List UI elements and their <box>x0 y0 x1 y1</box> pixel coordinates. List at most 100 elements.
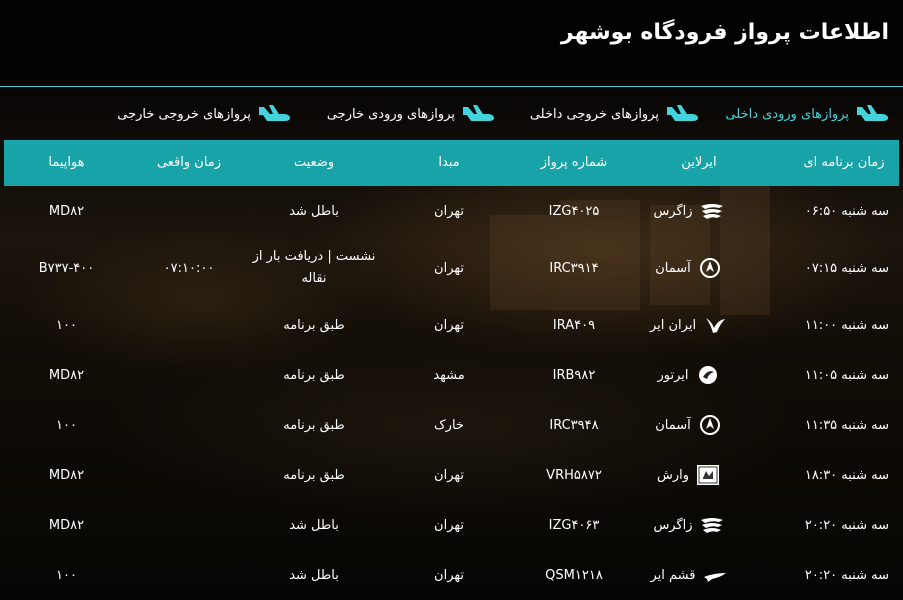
table-row: سه شنبه ۰۷:۱۵ آسمان IRC۳۹۱۴ تهران نشست |… <box>4 236 899 300</box>
flight-status: طبق برنامه <box>283 317 345 333</box>
airline-name: ایران ایر <box>649 317 697 333</box>
col-status: وضعیت <box>293 155 335 170</box>
table-row: سه شنبه ۱۱:۰۰ ایران ایر IRA۴۰۹ تهران طبق… <box>4 300 899 350</box>
airline-cell: آسمان <box>629 400 749 450</box>
airline-cell: زاگرس <box>629 186 749 236</box>
zagros-logo-icon <box>700 204 723 219</box>
actual-time <box>129 400 249 450</box>
scheduled-time: سه شنبه ۱۱:۰۵ <box>804 367 889 383</box>
actual-time <box>129 450 249 500</box>
origin: تهران <box>434 517 464 533</box>
tab-label: پروازهای ورودی داخلی <box>725 106 849 122</box>
actual-time <box>129 550 249 600</box>
tab-international-arrivals[interactable]: پروازهای ورودی خارجی <box>327 92 495 136</box>
scheduled-time: سه شنبه ۱۱:۰۰ <box>804 317 889 333</box>
flight-status: طبق برنامه <box>283 467 345 483</box>
header-divider <box>0 86 903 87</box>
col-origin: مبدا <box>438 155 460 170</box>
aircraft-type: MD۸۲ <box>48 367 85 383</box>
origin: تهران <box>434 317 464 333</box>
tab-label: پروازهای خروجی خارجی <box>117 106 251 122</box>
actual-time <box>129 500 249 550</box>
flight-number: QSM۱۲۱۸ <box>545 567 603 583</box>
scheduled-time: سه شنبه ۲۰:۲۰ <box>804 567 889 583</box>
tab-domestic-departures[interactable]: پروازهای خروجی داخلی <box>530 92 699 136</box>
flight-status: طبق برنامه <box>283 367 345 383</box>
airline-name: زاگرس <box>653 517 693 533</box>
flight-number: IRC۳۹۴۸ <box>549 417 599 433</box>
scheduled-time: سه شنبه ۱۸:۳۰ <box>804 467 889 483</box>
actual-time <box>129 350 249 400</box>
aircraft-type: B۷۳۷-۴۰۰ <box>38 260 95 276</box>
table-row: سه شنبه ۰۶:۵۰ زاگرس IZG۴۰۲۵ تهران باطل ش… <box>4 186 899 236</box>
origin: تهران <box>434 567 464 583</box>
plane-departure-icon <box>667 105 698 121</box>
flight-status: طبق برنامه <box>283 417 345 433</box>
airline-cell: ایران ایر <box>629 300 749 350</box>
airline-name: وارش <box>656 467 690 483</box>
flights-table: زمان برنامه ای ایرلاین شماره پرواز مبدا … <box>4 140 899 600</box>
page-title: اطلاعات پرواز فرودگاه بوشهر <box>560 20 889 45</box>
col-scheduled: زمان برنامه ای <box>803 155 885 170</box>
col-aircraft: هواپیما <box>48 155 85 170</box>
aseman-logo-icon <box>699 258 720 278</box>
scheduled-time: سه شنبه ۰۶:۵۰ <box>804 203 889 219</box>
scheduled-time: سه شنبه ۰۷:۱۵ <box>804 260 889 276</box>
aircraft-type: MD۸۲ <box>48 517 85 533</box>
actual-time: ۰۷:۱۰:۰۰ <box>163 260 215 276</box>
flight-tabs: پروازهای ورودی داخلی پروازهای خروجی داخل… <box>0 92 903 136</box>
varesh-logo-icon <box>697 465 720 485</box>
airline-cell: قشم ایر <box>629 550 749 600</box>
airline-cell: زاگرس <box>629 500 749 550</box>
flight-status: باطل شد <box>289 203 339 219</box>
iranair-logo-icon <box>706 318 726 333</box>
qeshm-logo-icon <box>703 573 726 582</box>
airtour-logo-icon <box>698 366 717 384</box>
table-row: سه شنبه ۱۱:۳۵ آسمان IRC۳۹۴۸ خارک طبق برن… <box>4 400 899 450</box>
airline-cell: ایرتور <box>629 350 749 400</box>
aircraft-type: MD۸۲ <box>48 467 85 483</box>
flight-status: باطل شد <box>289 567 339 583</box>
aircraft-type: ۱۰۰ <box>56 567 77 583</box>
table-header: زمان برنامه ای ایرلاین شماره پرواز مبدا … <box>4 140 899 186</box>
origin: مشهد <box>433 367 465 383</box>
zagros-logo-icon <box>700 518 723 533</box>
col-airline: ایرلاین <box>681 155 717 170</box>
actual-time <box>129 300 249 350</box>
flight-number: IRA۴۰۹ <box>552 317 596 333</box>
plane-arrival-icon <box>857 105 888 121</box>
col-actual: زمان واقعی <box>156 155 222 170</box>
airline-name: ایرتور <box>657 367 689 383</box>
flight-status: نشست | دریافت بار از نقاله <box>252 249 376 286</box>
airline-name: زاگرس <box>653 203 693 219</box>
scheduled-time: سه شنبه ۲۰:۲۰ <box>804 517 889 533</box>
flight-number: IZG۴۰۲۵ <box>548 203 600 219</box>
origin: خارک <box>434 417 464 433</box>
aseman-logo-icon <box>699 415 720 435</box>
origin: تهران <box>434 467 464 483</box>
airline-name: آسمان <box>655 260 691 276</box>
airline-name: قشم ایر <box>650 567 696 583</box>
tab-domestic-arrivals[interactable]: پروازهای ورودی داخلی <box>725 92 889 136</box>
flight-number: IRB۹۸۲ <box>552 367 596 383</box>
airline-cell: وارش <box>629 450 749 500</box>
flight-status: باطل شد <box>289 517 339 533</box>
flight-number: IRC۳۹۱۴ <box>549 260 599 276</box>
origin: تهران <box>434 260 464 276</box>
table-row: سه شنبه ۱۱:۰۵ ایرتور IRB۹۸۲ مشهد طبق برن… <box>4 350 899 400</box>
plane-departure-icon <box>259 105 290 121</box>
actual-time <box>129 186 249 236</box>
aircraft-type: ۱۰۰ <box>56 417 77 433</box>
tab-label: پروازهای ورودی خارجی <box>326 106 455 122</box>
flight-number: VRH۵۸۷۲ <box>546 467 602 483</box>
table-row: سه شنبه ۲۰:۲۰ زاگرس IZG۴۰۶۳ تهران باطل ش… <box>4 500 899 550</box>
aircraft-type: MD۸۲ <box>48 203 85 219</box>
origin: تهران <box>434 203 464 219</box>
scheduled-time: سه شنبه ۱۱:۳۵ <box>804 417 889 433</box>
airline-cell: آسمان <box>629 236 749 300</box>
tab-international-departures[interactable]: پروازهای خروجی خارجی <box>117 92 291 136</box>
aircraft-type: ۱۰۰ <box>56 317 77 333</box>
flight-number: IZG۴۰۶۳ <box>548 517 600 533</box>
plane-arrival-icon <box>463 105 494 121</box>
table-row: سه شنبه ۲۰:۲۰ قشم ایر QSM۱۲۱۸ تهران باطل… <box>4 550 899 600</box>
